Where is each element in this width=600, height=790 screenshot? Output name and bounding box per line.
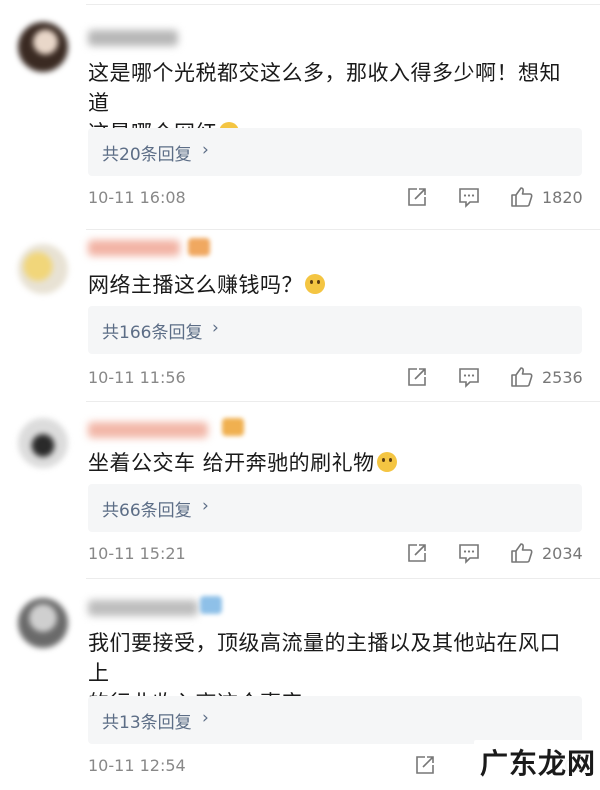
comment-time: 10-11 16:08: [88, 188, 186, 207]
chevron-right-icon: ›: [202, 140, 209, 160]
share-icon[interactable]: [414, 754, 436, 776]
avatar[interactable]: [18, 418, 68, 468]
comment-text: 坐着公交车 给开奔驰的刷礼物: [88, 448, 578, 478]
comment-footer: 10-11 11:56 2536: [88, 366, 600, 392]
share-icon[interactable]: [406, 542, 428, 564]
user-badge: [200, 596, 222, 614]
username[interactable]: [88, 240, 180, 256]
comment-icon[interactable]: [458, 186, 480, 208]
comment-time: 10-11 15:21: [88, 544, 186, 563]
cat-emoji-icon: [376, 452, 397, 472]
chevron-right-icon: ›: [202, 496, 209, 516]
username[interactable]: [88, 600, 198, 616]
divider: [86, 229, 600, 230]
thumbs-up-icon[interactable]: [510, 366, 534, 388]
username[interactable]: [88, 422, 208, 438]
replies-count-label: 共13条回复: [102, 713, 192, 733]
thumbs-up-icon[interactable]: [510, 542, 534, 564]
replies-count-label: 共20条回复: [102, 145, 192, 165]
comment-icon[interactable]: [458, 366, 480, 388]
chevron-right-icon: ›: [202, 708, 209, 728]
avatar[interactable]: [18, 598, 68, 648]
comment-time: 10-11 12:54: [88, 756, 186, 775]
share-icon[interactable]: [406, 186, 428, 208]
user-badge: [188, 238, 210, 256]
comment-footer: 10-11 15:21 2034: [88, 542, 600, 568]
view-replies-button[interactable]: 共20条回复 ›: [88, 128, 582, 176]
divider: [86, 401, 600, 402]
view-replies-button[interactable]: 共66条回复 ›: [88, 484, 582, 532]
comment-icon[interactable]: [458, 542, 480, 564]
like-count: 1820: [542, 188, 583, 207]
replies-count-label: 共166条回复: [102, 323, 203, 343]
like-count: 2536: [542, 368, 583, 387]
like-count: 2034: [542, 544, 583, 563]
replies-count-label: 共66条回复: [102, 501, 192, 521]
view-replies-button[interactable]: 共13条回复 ›: [88, 696, 582, 744]
avatar[interactable]: [18, 244, 68, 294]
top-divider: [86, 4, 600, 5]
surprised-emoji-icon: [305, 274, 325, 294]
watermark-text: 广东龙网: [480, 747, 597, 780]
thumbs-up-icon[interactable]: [510, 186, 534, 208]
avatar[interactable]: [18, 22, 68, 72]
comment-footer: 10-11 16:08 1820: [88, 186, 600, 212]
chevron-right-icon: ›: [212, 318, 219, 338]
comment-time: 10-11 11:56: [88, 368, 186, 387]
share-icon[interactable]: [406, 366, 428, 388]
username[interactable]: [88, 30, 178, 46]
comment-text: 网络主播这么赚钱吗？: [88, 270, 578, 300]
view-replies-button[interactable]: 共166条回复 ›: [88, 306, 582, 354]
user-badge: [222, 418, 244, 436]
watermark-logo: 广东龙网: [474, 740, 596, 780]
divider: [86, 578, 600, 579]
